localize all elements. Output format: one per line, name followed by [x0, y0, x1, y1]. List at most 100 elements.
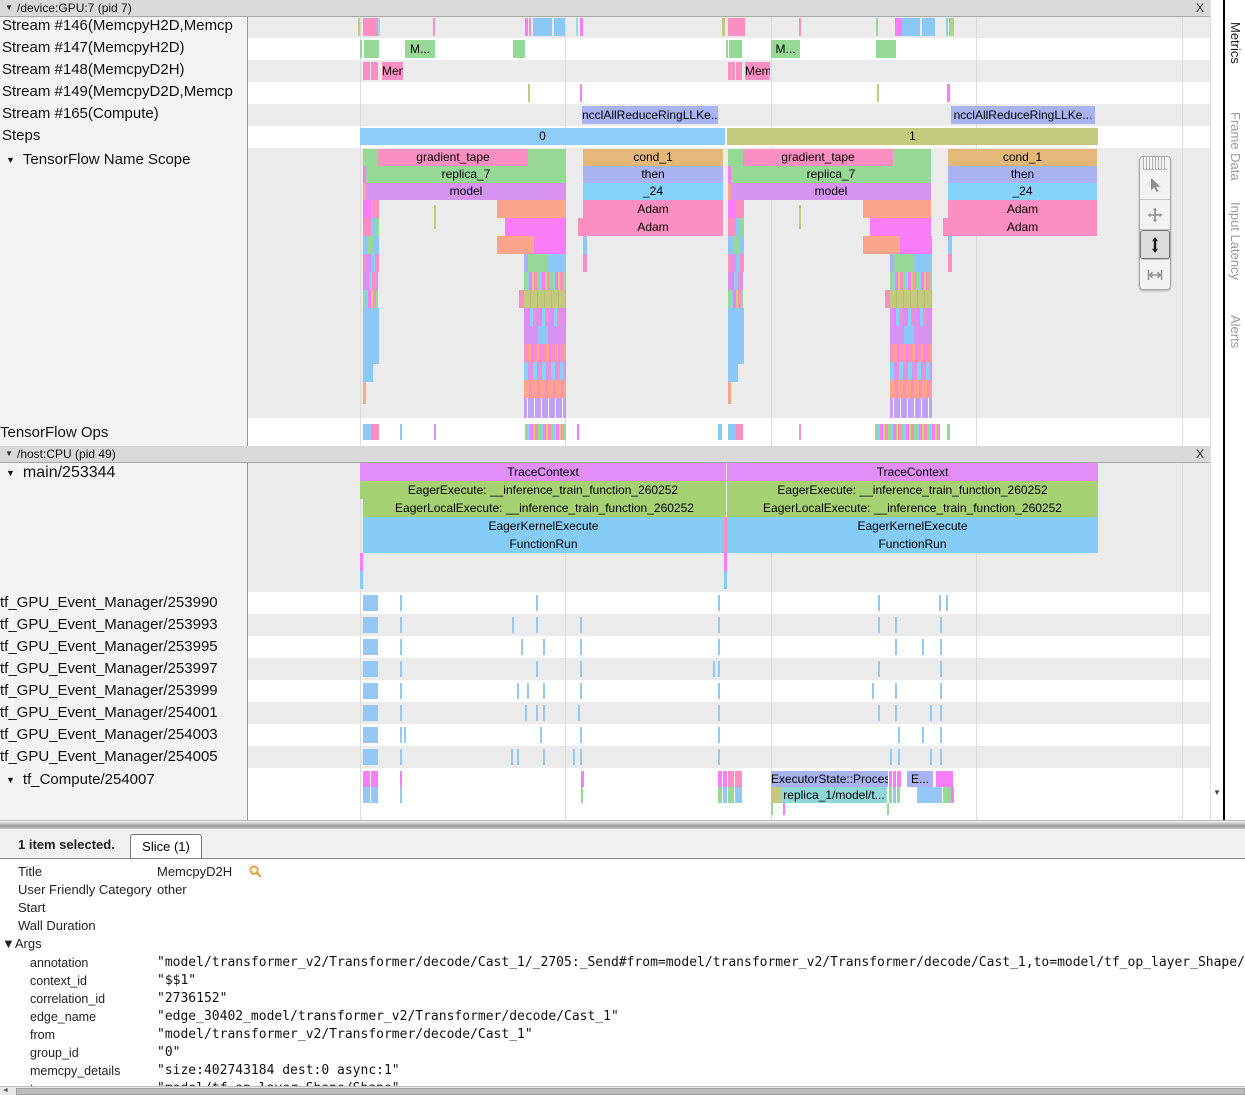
trace-event[interactable]: [363, 771, 370, 787]
trace-event[interactable]: [898, 749, 900, 765]
trace-event[interactable]: [914, 254, 932, 272]
trace-event[interactable]: [900, 236, 932, 254]
trace-event[interactable]: [528, 149, 566, 166]
trace-event[interactable]: [799, 205, 801, 229]
trace-event[interactable]: [890, 290, 932, 308]
trace-event[interactable]: [890, 308, 932, 326]
trace-event[interactable]: FunctionRun: [727, 535, 1098, 553]
trace-event[interactable]: [543, 639, 545, 655]
trace-event[interactable]: [951, 18, 954, 36]
trace-event[interactable]: [895, 639, 897, 655]
trace-event[interactable]: [718, 771, 722, 787]
trace-event[interactable]: [718, 617, 720, 633]
trace-event[interactable]: [713, 661, 715, 677]
row-label[interactable]: ▼tf_Compute/254007: [6, 771, 155, 788]
trace-event[interactable]: [363, 749, 378, 765]
trace-event[interactable]: [573, 749, 575, 765]
trace-event[interactable]: [718, 705, 720, 721]
trace-event[interactable]: [724, 517, 727, 553]
trace-event[interactable]: [536, 595, 538, 611]
trace-event[interactable]: [434, 205, 436, 229]
collapse-arrow-icon[interactable]: ▼: [6, 155, 15, 165]
trace-event[interactable]: [363, 639, 378, 655]
trace-event[interactable]: [581, 787, 583, 803]
trace-event[interactable]: [528, 84, 530, 102]
trace-event[interactable]: [890, 326, 904, 344]
trace-event[interactable]: [525, 424, 566, 440]
trace-event[interactable]: [951, 787, 954, 803]
trace-event[interactable]: [718, 424, 722, 440]
trace-event[interactable]: EagerKernelExecute: [727, 517, 1098, 535]
trace-event[interactable]: [902, 18, 920, 36]
trace-event[interactable]: [360, 40, 362, 58]
close-icon[interactable]: X: [1196, 447, 1204, 461]
trace-event[interactable]: [936, 771, 953, 787]
trace-event[interactable]: [512, 617, 514, 633]
trace-event[interactable]: [718, 749, 720, 765]
trace-event[interactable]: [947, 424, 950, 440]
trace-event[interactable]: [904, 326, 914, 344]
trace-event[interactable]: [872, 683, 874, 699]
trace-event[interactable]: [497, 236, 534, 254]
trace-event[interactable]: [517, 683, 519, 699]
trace-event[interactable]: [940, 683, 942, 699]
side-tab-alerts[interactable]: Alerts: [1228, 315, 1243, 348]
trace-event[interactable]: [358, 18, 360, 36]
trace-event[interactable]: [948, 236, 952, 254]
trace-event[interactable]: M...: [405, 40, 435, 58]
trace-event[interactable]: [400, 424, 402, 440]
trace-event[interactable]: cond_1: [583, 149, 723, 166]
collapse-arrow-icon[interactable]: ▼: [6, 775, 15, 785]
trace-event[interactable]: [363, 787, 370, 803]
trace-event[interactable]: [374, 236, 379, 254]
trace-event[interactable]: [739, 236, 744, 254]
trace-event[interactable]: [728, 149, 743, 166]
tab-slice[interactable]: Slice (1): [130, 834, 202, 858]
trace-event[interactable]: [433, 18, 435, 36]
trace-event[interactable]: [722, 18, 725, 36]
args-section-label[interactable]: ▼Args: [2, 936, 42, 951]
trace-event[interactable]: [360, 553, 363, 571]
trace-event[interactable]: then: [948, 166, 1097, 183]
trace-event[interactable]: [580, 639, 582, 655]
trace-event[interactable]: [400, 639, 402, 655]
trace-event[interactable]: [360, 571, 363, 589]
trace-event[interactable]: [922, 639, 924, 655]
trace-event[interactable]: Adam: [948, 200, 1097, 218]
trace-event[interactable]: [524, 308, 566, 326]
trace-event[interactable]: EagerKernelExecute: [363, 517, 724, 535]
trace-event[interactable]: [890, 380, 932, 398]
trace-event[interactable]: [898, 727, 900, 743]
trace-event[interactable]: _24: [583, 183, 723, 200]
trace-event[interactable]: then: [583, 166, 723, 183]
trace-event[interactable]: [581, 771, 584, 787]
trace-event[interactable]: [729, 40, 742, 58]
trace-event[interactable]: [922, 727, 924, 743]
trace-event[interactable]: Adam: [583, 200, 723, 218]
pan-tool[interactable]: [1140, 200, 1170, 230]
trace-event[interactable]: [505, 218, 566, 236]
trace-event[interactable]: [363, 661, 378, 677]
trace-event[interactable]: model: [366, 183, 566, 200]
trace-event[interactable]: [371, 62, 378, 80]
trace-event[interactable]: Mem: [382, 62, 403, 80]
trace-event[interactable]: [876, 40, 896, 58]
trace-event[interactable]: EagerLocalExecute: __inference_train_fun…: [727, 499, 1098, 517]
trace-event[interactable]: [728, 200, 736, 218]
trace-event[interactable]: [718, 683, 720, 699]
trace-event[interactable]: [943, 787, 951, 803]
trace-event[interactable]: [718, 595, 720, 611]
trace-event[interactable]: [940, 639, 942, 655]
trace-event[interactable]: [893, 149, 931, 166]
trace-event[interactable]: [718, 727, 720, 743]
trace-event[interactable]: [548, 326, 566, 344]
trace-event[interactable]: ExecutorState::Process: [771, 771, 888, 787]
trace-event[interactable]: [363, 364, 373, 382]
trace-event[interactable]: [724, 553, 727, 571]
trace-event[interactable]: replica_7: [731, 166, 931, 183]
trace-event[interactable]: [400, 787, 402, 803]
trace-event[interactable]: [525, 705, 527, 721]
trace-event[interactable]: [718, 661, 720, 677]
trace-event[interactable]: [740, 254, 744, 272]
trace-event[interactable]: [363, 218, 371, 236]
